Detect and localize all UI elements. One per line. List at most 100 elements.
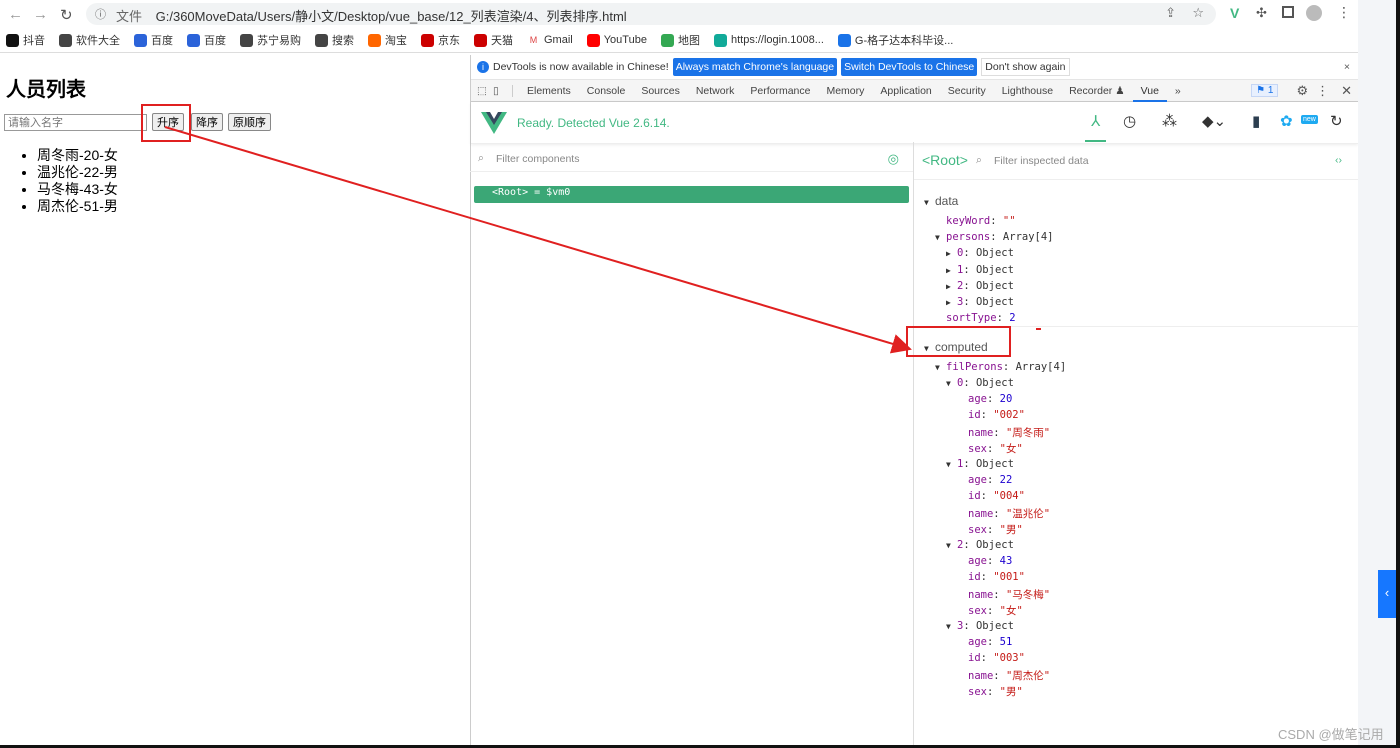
match-language-button[interactable]: Always match Chrome's language xyxy=(672,58,838,76)
tree-row[interactable]: ▶ 1: Object xyxy=(946,264,1014,280)
component-filter[interactable]: ⌕ Filter components ◎ xyxy=(470,148,913,172)
tree-row[interactable]: ▼ 0: Object xyxy=(946,377,1014,393)
section-data[interactable]: ▼ data xyxy=(924,194,958,210)
tab-[interactable]: » xyxy=(1167,80,1189,102)
close-devtools-icon[interactable]: ✕ xyxy=(1341,83,1352,99)
forward-icon[interactable]: → xyxy=(33,6,48,23)
more-options-icon[interactable]: ⋮ xyxy=(1316,83,1329,99)
tree-row[interactable]: ▼ 3: Object xyxy=(946,620,1014,636)
original-order-button[interactable]: 原顺序 xyxy=(228,113,271,131)
tab-console[interactable]: Console xyxy=(579,80,634,102)
side-collapse-tab[interactable]: ‹ xyxy=(1378,570,1396,618)
extensions-icon[interactable]: ✣ xyxy=(1256,5,1267,21)
bookmark-item[interactable]: https://login.1008... xyxy=(713,33,824,47)
menu-icon[interactable]: ⋮ xyxy=(1337,4,1351,21)
bookmark-item[interactable]: 京东 xyxy=(421,32,460,48)
bookmark-item[interactable]: 搜索 xyxy=(315,32,354,48)
expanded-triangle-icon[interactable]: ▼ xyxy=(924,344,935,353)
sort-ascending-button[interactable]: 升序 xyxy=(152,113,184,131)
bookmark-item[interactable]: 百度 xyxy=(187,32,226,48)
filter-data-input[interactable]: Filter inspected data xyxy=(994,155,1089,167)
profile-avatar[interactable] xyxy=(1306,5,1322,21)
timeline-icon[interactable]: ◷ xyxy=(1123,112,1136,130)
bookmark-item[interactable]: M Gmail xyxy=(527,33,573,47)
select-component-icon[interactable]: ◎ xyxy=(888,151,899,167)
components-tab-icon[interactable]: ⅄ xyxy=(1085,112,1107,142)
pane-divider[interactable] xyxy=(913,142,914,748)
expanded-triangle-icon[interactable]: ▼ xyxy=(935,363,946,372)
browser-toolbar: ← → ↻ ⓘ 文件 G:/360MoveData/Users/静小文/Desk… xyxy=(0,0,1358,28)
collapsed-triangle-icon[interactable]: ▶ xyxy=(946,266,957,275)
collapsed-triangle-icon[interactable]: ▶ xyxy=(946,298,957,307)
star-icon[interactable]: ☆ xyxy=(1192,5,1204,21)
bookmark-item[interactable]: YouTube xyxy=(586,33,647,47)
close-infobar-icon[interactable]: × xyxy=(1344,61,1350,73)
list-item: 周冬雨-20-女 xyxy=(37,145,118,163)
bookmark-item[interactable]: G-格子达本科毕设... xyxy=(837,32,953,48)
tree-row[interactable]: ▶ 3: Object xyxy=(946,296,1014,312)
collapsed-triangle-icon[interactable]: ▶ xyxy=(946,282,957,291)
filter-components-input[interactable]: Filter components xyxy=(496,153,579,165)
tab-network[interactable]: Network xyxy=(688,80,743,102)
performance-icon[interactable]: ▮ xyxy=(1252,112,1260,130)
issues-badge[interactable]: ⚑ 1 xyxy=(1251,84,1279,97)
name-search-input[interactable] xyxy=(4,114,147,131)
expanded-triangle-icon[interactable]: ▼ xyxy=(946,541,957,550)
plugins-icon[interactable]: ⁂ xyxy=(1162,112,1177,130)
expanded-triangle-icon[interactable]: ▼ xyxy=(946,622,957,631)
info-icon[interactable]: ⓘ xyxy=(95,6,106,22)
bookmark-item[interactable]: 百度 xyxy=(134,32,173,48)
bookmark-item[interactable]: 淘宝 xyxy=(368,32,407,48)
bookmark-item[interactable]: 苏宁易购 xyxy=(240,32,301,48)
expanded-triangle-icon[interactable]: ▼ xyxy=(935,233,946,242)
bookmark-item[interactable]: 地图 xyxy=(660,32,700,48)
bookmark-item[interactable]: 软件大全 xyxy=(59,32,120,48)
back-icon[interactable]: ← xyxy=(8,6,23,23)
inspect-element-icon[interactable]: ⬚ xyxy=(477,85,493,97)
expanded-triangle-icon[interactable]: ▼ xyxy=(924,198,935,207)
tree-row[interactable]: ▼ 1: Object xyxy=(946,458,1014,474)
expanded-triangle-icon[interactable]: ▼ xyxy=(946,379,957,388)
bookmark-item[interactable]: 天猫 xyxy=(474,32,513,48)
tab-lighthouse[interactable]: Lighthouse xyxy=(994,80,1061,102)
section-computed[interactable]: ▼ computed xyxy=(924,340,988,356)
tab-performance[interactable]: Performance xyxy=(742,80,818,102)
bookmark-favicon-icon xyxy=(660,33,674,47)
tab-memory[interactable]: Memory xyxy=(818,80,872,102)
tab-elements[interactable]: Elements xyxy=(519,80,579,102)
switch-language-button[interactable]: Switch DevTools to Chinese xyxy=(841,58,978,76)
tab-security[interactable]: Security xyxy=(940,80,994,102)
property-value: "马冬梅" xyxy=(1005,589,1051,601)
new-badge-icon[interactable]: new xyxy=(1301,115,1318,124)
sort-descending-button[interactable]: 降序 xyxy=(191,113,223,131)
expanded-triangle-icon[interactable]: ▼ xyxy=(946,460,957,469)
tab-application[interactable]: Application xyxy=(872,80,939,102)
separator: : xyxy=(986,474,1000,486)
router-icon[interactable]: ◆⌄ xyxy=(1202,112,1226,130)
address-bar[interactable]: ⓘ 文件 G:/360MoveData/Users/静小文/Desktop/vu… xyxy=(86,3,1216,25)
share-icon[interactable]: ⇪ xyxy=(1165,5,1176,21)
refresh-icon[interactable]: ↻ xyxy=(1330,112,1343,130)
component-tree-root[interactable]: <Root> = $vm0 xyxy=(474,186,909,203)
devtools-language-infobar: i DevTools is now available in Chinese! … xyxy=(471,55,1358,80)
dont-show-again-button[interactable]: Don't show again xyxy=(981,58,1070,76)
tree-row[interactable]: ▼ persons: Array[4] xyxy=(935,231,1054,247)
collapsed-triangle-icon[interactable]: ▶ xyxy=(946,249,957,258)
settings-icon[interactable]: ✿ xyxy=(1280,112,1293,130)
separator: : xyxy=(986,636,1000,648)
vue-extension-icon[interactable]: V xyxy=(1230,5,1239,21)
tab-vue[interactable]: Vue xyxy=(1132,80,1167,102)
reload-icon[interactable]: ↻ xyxy=(60,6,73,24)
tree-row[interactable]: ▼ 2: Object xyxy=(946,539,1014,555)
separator: : xyxy=(990,231,1003,243)
tree-row[interactable]: ▼ filPerons: Array[4] xyxy=(935,361,1066,377)
tree-row[interactable]: ▶ 2: Object xyxy=(946,280,1014,296)
inspect-dom-icon[interactable]: ‹› xyxy=(1335,154,1342,166)
device-toolbar-icon[interactable]: ▯ xyxy=(493,84,513,97)
side-panel-icon[interactable] xyxy=(1282,6,1294,18)
bookmark-item[interactable]: 抖音 xyxy=(6,32,45,48)
tab-sources[interactable]: Sources xyxy=(633,80,688,102)
tree-row[interactable]: ▶ 0: Object xyxy=(946,247,1014,263)
tab-recorder[interactable]: Recorder ♟ xyxy=(1061,80,1133,102)
settings-gear-icon[interactable]: ⚙ xyxy=(1296,83,1308,99)
